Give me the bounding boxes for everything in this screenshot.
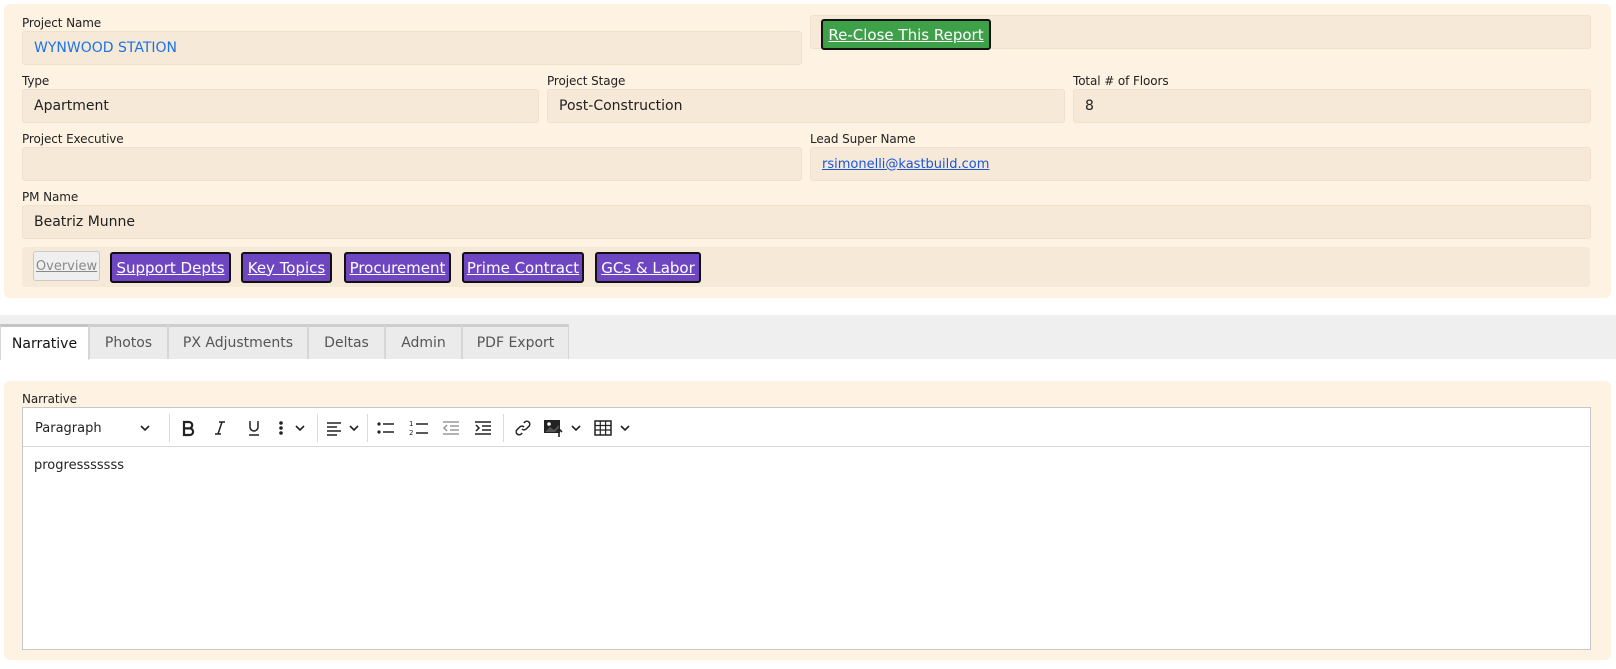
tab-px-adjustments[interactable]: PX Adjustments: [168, 324, 308, 359]
toolbar-separator: [317, 414, 318, 442]
prime-contract-button[interactable]: Prime Contract: [462, 252, 584, 283]
project-name-field[interactable]: WYNWOOD STATION: [22, 31, 802, 65]
tab-bar: Narrative Photos PX Adjustments Deltas A…: [0, 315, 1616, 360]
project-stage-label: Project Stage: [547, 74, 626, 88]
lead-super-field: rsimonelli@kastbuild.com: [810, 147, 1591, 181]
narrative-label: Narrative: [22, 392, 77, 406]
project-executive-field[interactable]: [22, 147, 802, 181]
more-formatting-icon[interactable]: [273, 415, 311, 441]
editor-toolbar: Paragraph 12: [23, 408, 1590, 447]
lead-super-email-link[interactable]: rsimonelli@kastbuild.com: [822, 157, 989, 172]
link-icon[interactable]: [510, 415, 536, 441]
underline-icon[interactable]: [241, 415, 267, 441]
chevron-down-icon: [139, 419, 151, 438]
insert-table-icon[interactable]: [592, 415, 634, 441]
tab-photos[interactable]: Photos: [89, 324, 168, 359]
narrative-content[interactable]: progresssssss: [34, 458, 124, 473]
svg-text:2: 2: [409, 429, 413, 437]
tab-admin[interactable]: Admin: [385, 324, 462, 359]
bulleted-list-icon[interactable]: [373, 415, 399, 441]
floors-label: Total # of Floors: [1073, 74, 1169, 88]
tab-pdf-export[interactable]: PDF Export: [462, 324, 569, 359]
format-select-value: Paragraph: [35, 420, 102, 436]
numbered-list-icon[interactable]: 12: [406, 415, 432, 441]
type-field[interactable]: Apartment: [22, 89, 539, 123]
indent-icon[interactable]: [470, 415, 496, 441]
floors-field[interactable]: 8: [1073, 89, 1591, 123]
toolbar-separator: [367, 414, 368, 442]
reclose-report-button[interactable]: Re-Close This Report: [821, 19, 991, 50]
project-name-label: Project Name: [22, 16, 102, 30]
lead-super-label: Lead Super Name: [810, 132, 916, 146]
toolbar-separator: [169, 414, 170, 442]
pm-name-field[interactable]: Beatriz Munne: [22, 205, 1591, 239]
svg-text:1: 1: [409, 420, 413, 428]
outdent-icon[interactable]: [438, 415, 464, 441]
narrative-editor: Paragraph 12 progresssssss: [22, 407, 1591, 650]
gcs-labor-button[interactable]: GCs & Labor: [595, 252, 701, 283]
overview-button[interactable]: Overview: [33, 251, 100, 281]
project-stage-field[interactable]: Post-Construction: [547, 89, 1065, 123]
insert-image-icon[interactable]: [541, 415, 585, 441]
section-nav: Overview Support Depts Key Topics Procur…: [22, 247, 1590, 287]
key-topics-button[interactable]: Key Topics: [241, 252, 332, 283]
toolbar-separator: [503, 414, 504, 442]
support-depts-button[interactable]: Support Depts: [110, 252, 231, 283]
type-label: Type: [22, 74, 50, 88]
pm-name-label: PM Name: [22, 190, 79, 204]
tab-deltas[interactable]: Deltas: [308, 324, 385, 359]
format-select[interactable]: Paragraph: [27, 415, 155, 441]
bold-icon[interactable]: [175, 415, 201, 441]
align-icon[interactable]: [323, 415, 363, 441]
procurement-button[interactable]: Procurement: [344, 252, 451, 283]
project-executive-label: Project Executive: [22, 132, 124, 146]
tab-narrative[interactable]: Narrative: [0, 324, 89, 360]
italic-icon[interactable]: [207, 415, 233, 441]
